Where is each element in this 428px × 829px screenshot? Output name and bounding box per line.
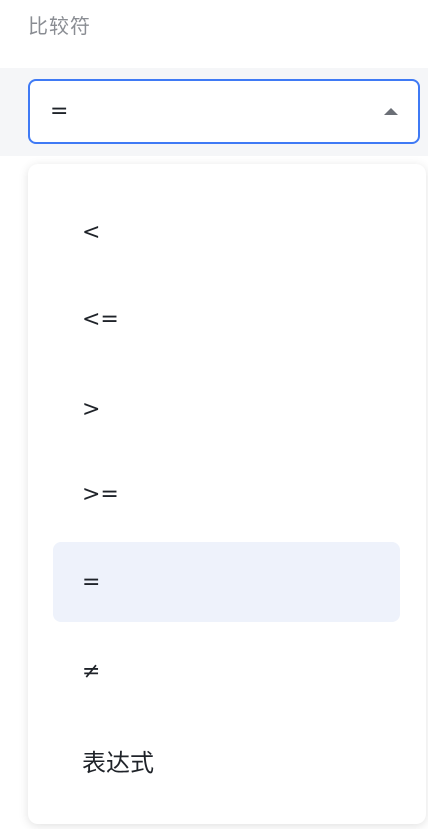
option-label: >= <box>82 481 119 507</box>
option-label: > <box>82 396 101 422</box>
option-label: = <box>82 569 101 595</box>
option-not-equal[interactable]: ≠ <box>53 631 400 711</box>
option-greater-than[interactable]: > <box>53 369 400 449</box>
caret-up-icon[interactable] <box>384 108 398 115</box>
option-equal[interactable]: = <box>53 542 400 622</box>
option-expression[interactable]: 表达式 <box>53 720 400 800</box>
option-label: < <box>82 219 101 245</box>
comparator-select[interactable]: = <box>28 79 420 144</box>
comparator-field: 比较符 = < <= > >= = ≠ 表达式 <box>0 0 428 829</box>
option-less-than-or-equal[interactable]: <= <box>53 279 400 359</box>
option-less-than[interactable]: < <box>53 192 400 272</box>
comparator-label: 比较符 <box>28 14 91 38</box>
option-label: ≠ <box>82 658 101 684</box>
option-label: <= <box>82 306 119 332</box>
option-label: 表达式 <box>82 748 154 777</box>
select-current-value: = <box>50 99 69 124</box>
comparator-dropdown: < <= > >= = ≠ 表达式 <box>28 164 426 824</box>
option-greater-than-or-equal[interactable]: >= <box>53 454 400 534</box>
